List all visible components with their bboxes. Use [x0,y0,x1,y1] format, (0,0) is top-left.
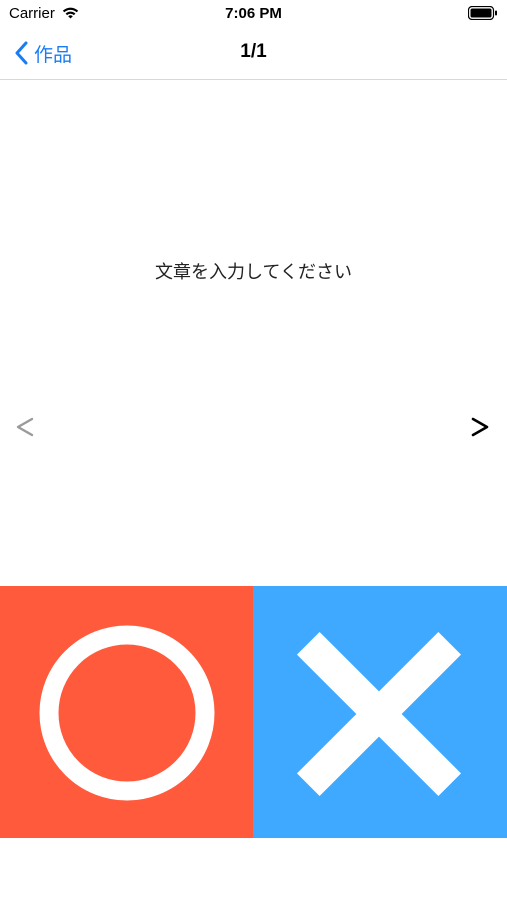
page-title: 1/1 [240,41,267,62]
status-time: 7:06 PM [225,5,282,22]
sentence-text: 文章を入力してください [155,262,352,283]
navigation-bar: 作品 1/1 [0,28,507,80]
correct-answer-button[interactable] [0,586,253,838]
wrong-answer-button[interactable] [253,586,507,838]
status-bar: Carrier 7:06 PM [0,0,507,28]
battery-icon [468,6,497,20]
previous-button[interactable] [10,412,40,442]
chevron-right-icon [471,417,489,437]
chevron-left-icon [16,417,34,437]
next-button[interactable] [465,412,495,442]
cross-icon [296,631,462,797]
circle-icon [39,625,215,801]
